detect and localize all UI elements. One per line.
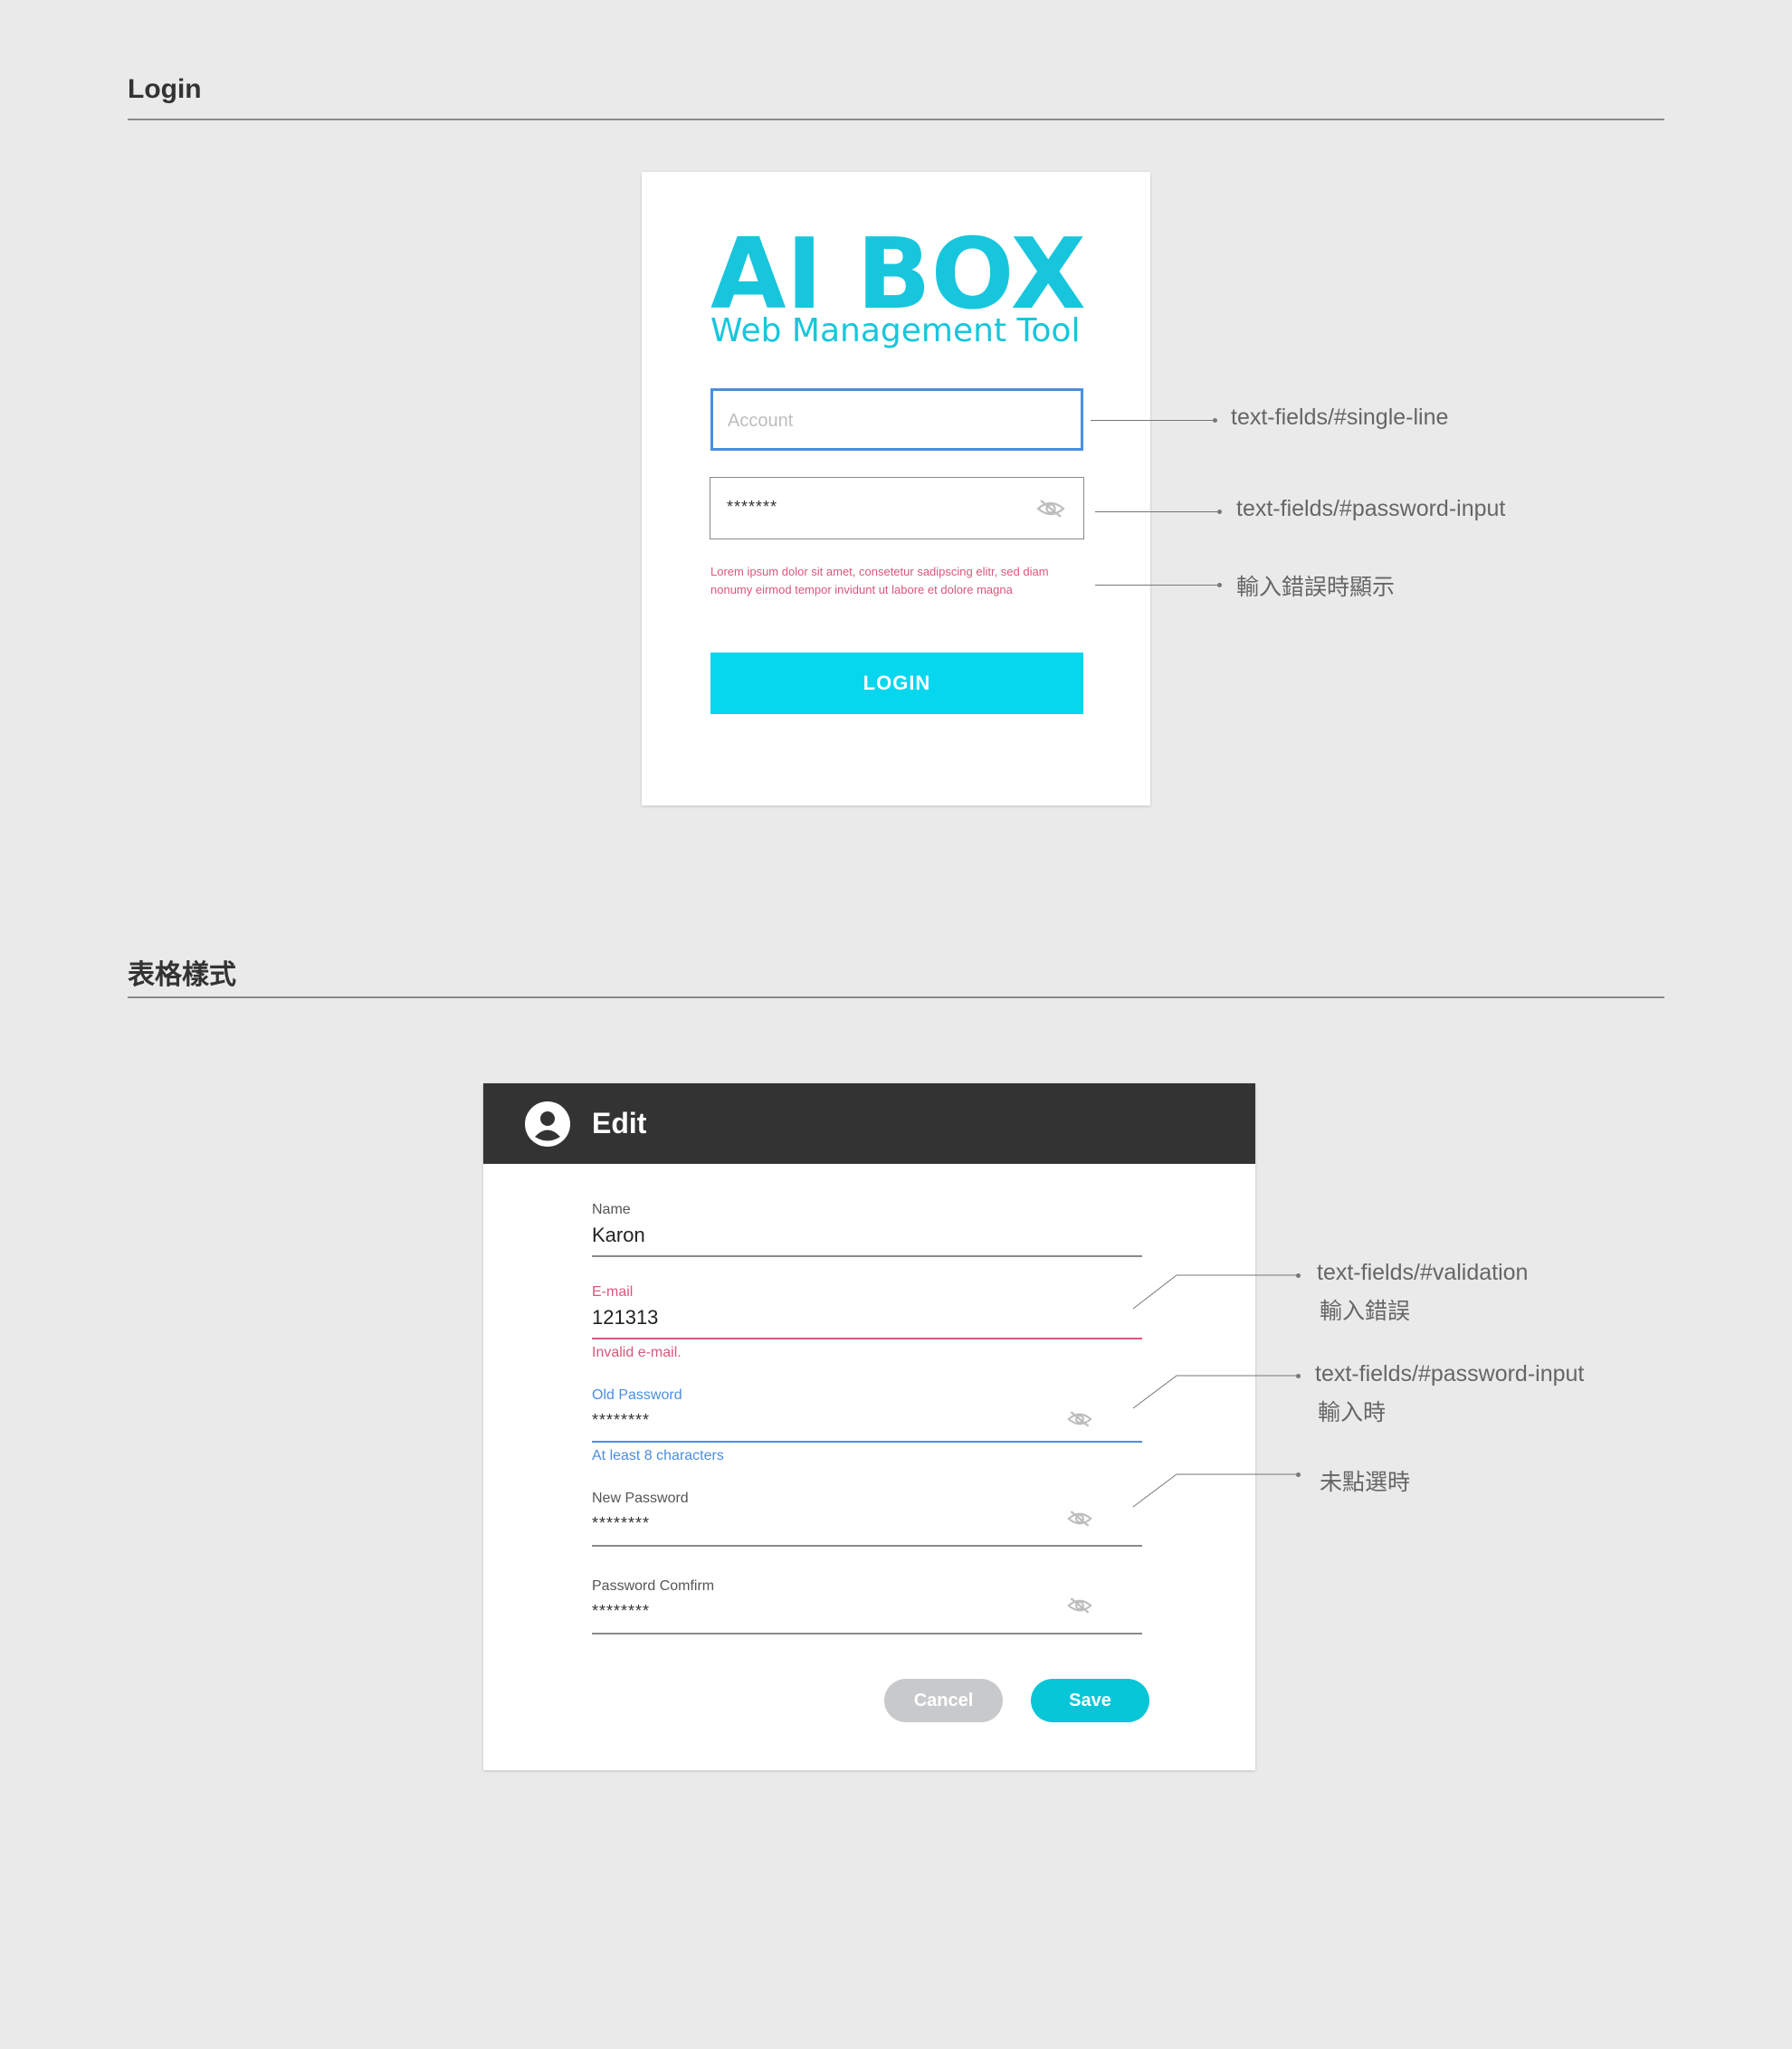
old-password-helper: At least 8 characters	[592, 1448, 724, 1463]
save-button[interactable]: Save	[1031, 1679, 1149, 1722]
annotation-error-display: 輸入錯誤時顯示	[1236, 575, 1396, 600]
password-value: *******	[727, 498, 778, 516]
eye-off-icon[interactable]	[1067, 1509, 1092, 1529]
account-input[interactable]: Account	[710, 388, 1083, 451]
annotation-validation-note: 輸入錯誤	[1320, 1299, 1411, 1324]
old-password-field[interactable]: ********	[592, 1411, 650, 1430]
new-password-field[interactable]: ********	[592, 1514, 650, 1533]
annotation-line	[1095, 585, 1222, 586]
edit-title: Edit	[592, 1107, 647, 1139]
section-divider	[128, 119, 1664, 120]
annotation-password-note: 輸入時	[1318, 1400, 1387, 1425]
login-card: AI BOX Web Management Tool Account *****…	[642, 172, 1150, 805]
annotation-single-line: text-fields/#single-line	[1231, 405, 1449, 430]
annotation-line	[1095, 511, 1222, 512]
annotation-dot	[1217, 583, 1222, 587]
confirm-password-field[interactable]: ********	[592, 1602, 650, 1621]
annotation-password-input: text-fields/#password-input	[1315, 1361, 1585, 1387]
eye-off-icon[interactable]	[1036, 498, 1065, 519]
annotation-line	[1091, 420, 1217, 421]
eye-off-icon[interactable]	[1067, 1409, 1092, 1429]
section-title-login: Login	[128, 74, 202, 104]
annotation-dot	[1296, 1273, 1301, 1278]
account-placeholder: Account	[728, 411, 794, 431]
login-error-message: Lorem ipsum dolor sit amet, consetetur s…	[710, 565, 1049, 596]
annotation-dot	[1296, 1472, 1301, 1477]
confirm-password-label: Password Comfirm	[592, 1578, 715, 1594]
section-title-form: 表格樣式	[128, 960, 236, 990]
password-input[interactable]: *******	[710, 477, 1084, 539]
section-divider	[128, 996, 1664, 998]
old-password-label: Old Password	[592, 1387, 682, 1403]
logo-subtitle: Web Management Tool	[710, 312, 1081, 349]
annotation-password-input: text-fields/#password-input	[1236, 496, 1506, 521]
confirm-password-underline	[592, 1633, 1142, 1634]
email-label: E-mail	[592, 1284, 634, 1300]
email-field[interactable]: 121313	[592, 1306, 658, 1329]
login-button[interactable]: LOGIN	[710, 653, 1083, 714]
edit-header: Edit	[483, 1083, 1255, 1164]
annotation-connectors	[1132, 1274, 1298, 1508]
new-password-label: New Password	[592, 1491, 689, 1506]
new-password-underline	[592, 1545, 1142, 1547]
cancel-button[interactable]: Cancel	[884, 1679, 1003, 1722]
annotation-unselected: 未點選時	[1320, 1470, 1411, 1495]
annotation-dot	[1213, 418, 1217, 423]
name-underline	[592, 1255, 1142, 1257]
annotation-validation: text-fields/#validation	[1317, 1260, 1529, 1285]
annotation-dot	[1217, 510, 1222, 514]
old-password-underline	[592, 1441, 1142, 1443]
logo-title: AI BOX	[710, 218, 1086, 331]
eye-off-icon[interactable]	[1067, 1596, 1092, 1615]
account-circle-icon	[525, 1101, 570, 1147]
email-error: Invalid e-mail.	[592, 1345, 682, 1360]
email-underline	[592, 1338, 1142, 1339]
name-field[interactable]: Karon	[592, 1224, 645, 1247]
annotation-dot	[1296, 1374, 1301, 1378]
name-label: Name	[592, 1202, 631, 1217]
